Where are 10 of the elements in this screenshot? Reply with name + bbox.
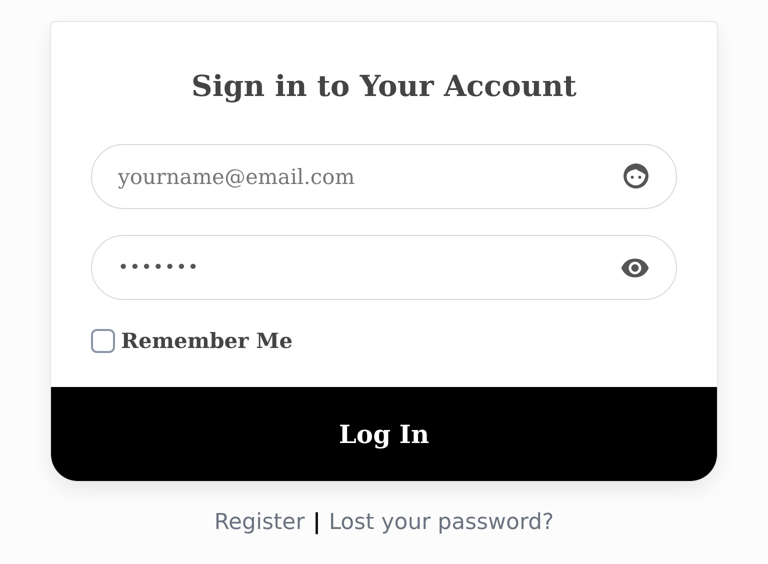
remember-label: Remember Me [121,328,293,353]
log-in-button[interactable]: Log In [51,387,717,481]
separator: | [312,510,321,535]
face-icon [621,161,651,191]
email-field[interactable]: yourname@email.com [91,144,677,209]
password-field[interactable]: ••••••• [91,235,677,300]
form-title: Sign in to Your Account [190,68,578,104]
remember-checkbox[interactable] [91,328,115,352]
link[interactable]: Register [214,510,305,535]
link[interactable]: Lost your password? [328,510,554,535]
